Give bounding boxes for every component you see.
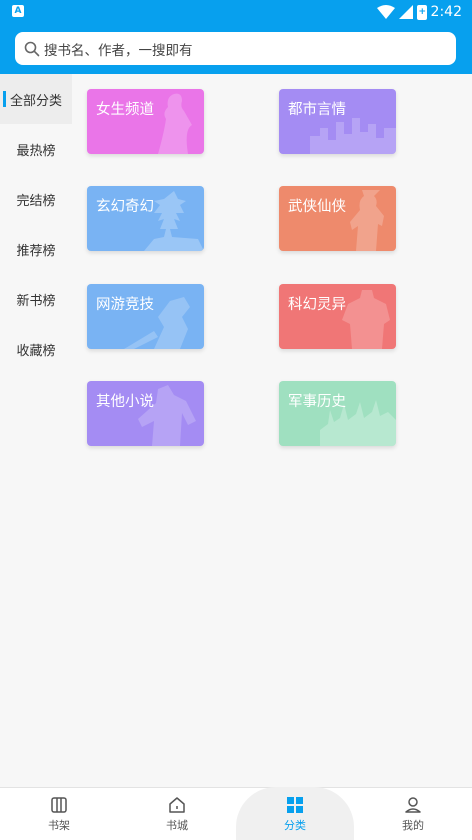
sidebar-item-completed[interactable]: 完结榜 — [0, 174, 72, 224]
nav-tab-bookshelf[interactable]: 书架 — [0, 788, 118, 840]
home-icon — [169, 797, 185, 813]
category-card-urban[interactable]: 都市言情 — [279, 89, 396, 154]
category-card-female[interactable]: 女生频道 — [87, 89, 204, 154]
search-input[interactable]: 搜书名、作者，一搜即有 — [15, 32, 456, 65]
sidebar-item-label: 推荐榜 — [16, 243, 56, 259]
sidebar-item-all-categories[interactable]: 全部分类 — [0, 74, 72, 124]
category-label: 武侠仙侠 — [288, 199, 346, 215]
wifi-icon — [376, 5, 395, 19]
category-grid-icon — [287, 797, 303, 813]
nav-tab-label: 我的 — [402, 819, 424, 832]
category-label: 军事历史 — [288, 394, 346, 410]
sidebar-item-label: 最热榜 — [16, 143, 56, 159]
sidebar-item-label: 新书榜 — [16, 293, 56, 309]
search-placeholder: 搜书名、作者，一搜即有 — [44, 42, 193, 59]
category-label: 网游竞技 — [96, 297, 154, 313]
sidebar-item-label: 完结榜 — [16, 193, 56, 209]
category-label: 都市言情 — [288, 102, 346, 118]
nav-tab-label: 书架 — [48, 819, 70, 832]
ranking-sidebar: 全部分类 最热榜 完结榜 推荐榜 新书榜 收藏榜 — [0, 74, 72, 374]
category-label: 女生频道 — [96, 102, 154, 118]
city-skyline-art — [310, 118, 396, 154]
sidebar-item-label: 全部分类 — [9, 93, 62, 109]
search-icon — [24, 41, 40, 56]
category-label: 其他小说 — [96, 394, 154, 410]
nav-tab-label: 分类 — [284, 819, 306, 832]
sidebar-item-recommended[interactable]: 推荐榜 — [0, 224, 72, 274]
sidebar-item-label: 收藏榜 — [16, 343, 56, 359]
signal-icon — [398, 5, 413, 19]
bottom-navigation: 书架 书城 分类 我的 — [0, 787, 472, 840]
status-time: 2:42 — [430, 4, 462, 20]
user-icon — [405, 797, 421, 813]
category-label: 科幻灵异 — [288, 297, 346, 313]
sidebar-item-hottest[interactable]: 最热榜 — [0, 124, 72, 174]
category-card-martial-arts[interactable]: 武侠仙侠 — [279, 186, 396, 251]
nav-tab-category[interactable]: 分类 — [236, 787, 354, 840]
status-bar: A + 2:42 — [0, 0, 472, 24]
category-card-other-novels[interactable]: 其他小说 — [87, 381, 204, 446]
battery-icon: + — [416, 4, 427, 20]
category-card-scifi[interactable]: 科幻灵异 — [279, 284, 396, 349]
status-icons: + 2:42 — [376, 3, 462, 21]
nav-tab-profile[interactable]: 我的 — [354, 788, 472, 840]
notification-icon: A — [12, 5, 24, 17]
category-card-military-history[interactable]: 军事历史 — [279, 381, 396, 446]
nav-tab-label: 书城 — [166, 819, 188, 832]
bookshelf-icon — [51, 797, 67, 813]
category-card-gaming[interactable]: 网游竞技 — [87, 284, 204, 349]
search-header: 搜书名、作者，一搜即有 — [0, 24, 472, 74]
sidebar-item-favorites[interactable]: 收藏榜 — [0, 324, 72, 374]
nav-tab-bookstore[interactable]: 书城 — [118, 788, 236, 840]
sidebar-item-new-books[interactable]: 新书榜 — [0, 274, 72, 324]
category-card-fantasy[interactable]: 玄幻奇幻 — [87, 186, 204, 251]
category-label: 玄幻奇幻 — [96, 199, 154, 215]
